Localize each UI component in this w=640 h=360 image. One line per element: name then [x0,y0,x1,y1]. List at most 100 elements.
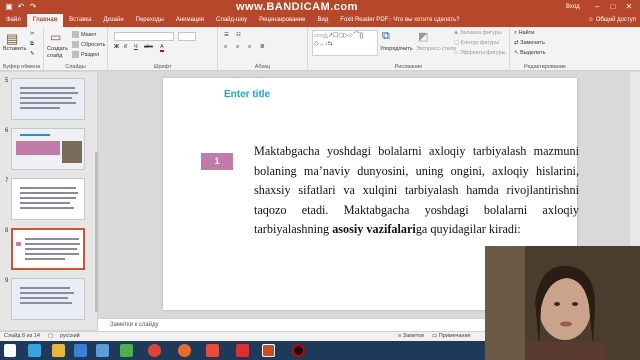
format-painter-icon[interactable]: ✎ [30,51,35,57]
undo-icon[interactable]: ↶ [16,2,26,12]
slide-body-text[interactable]: Maktabgacha yoshdagi bolalarni axloqiy t… [254,142,579,240]
paragraph-group: ☰ ☷ ≡ ≡ ≡ ≣ Абзац [218,27,308,71]
yandex-icon[interactable] [206,344,219,357]
clipboard-group-label: Буфер обмена [2,64,41,70]
drawing-group-label: Рисование [394,64,423,70]
arrange-icon[interactable]: ⧉ [382,30,390,43]
redo-icon[interactable]: ↷ [28,2,38,12]
number-box[interactable]: 1 [201,153,233,170]
spellcheck-icon[interactable]: ▢ [48,332,53,341]
thumb-number: 6 [5,128,9,134]
thumb-number: 8 [5,228,9,234]
font-color-button[interactable]: A [160,44,164,52]
slide-thumbnail-7[interactable] [11,178,85,220]
notes-toggle[interactable]: ≡ Заметки [398,332,424,341]
bandicam-icon[interactable] [292,344,305,357]
comments-toggle[interactable]: ▭ Примечания [432,332,471,341]
webcam-person-image [485,246,640,360]
slides-group: ▭ Создать слайд Макет Сбросить Раздел Сл… [44,27,108,71]
word-icon[interactable] [96,344,109,357]
layout-button[interactable]: Макет [72,31,97,38]
media-icon[interactable] [74,344,87,357]
font-group: Ж К Ч abc A Шрифт [108,27,218,71]
shapes-gallery[interactable]: ▭○△↗☐⬡▷☆⌒{}◇→↓⇆ [312,30,378,56]
copy-icon[interactable]: ⧉ [30,41,34,48]
slide-thumbnail-8[interactable] [11,228,85,270]
tab-transitions[interactable]: Переходы [130,14,170,27]
quick-styles-icon[interactable]: ◩ [418,30,428,43]
shape-fill-button[interactable]: ◈ Заливка фигуры [454,30,502,36]
tab-home[interactable]: Главная [26,14,64,27]
tab-design[interactable]: Дизайн [97,14,129,27]
align-right-icon[interactable]: ≡ [248,44,251,50]
quick-styles-button[interactable]: Экспресс-стили [416,46,456,52]
tab-insert[interactable]: Вставка [63,14,97,27]
replace-button[interactable]: ⇄ Заменить [514,40,545,46]
align-left-icon[interactable]: ≡ [224,44,227,50]
slide-thumbnails-pane: 5 6 7 8 9 [0,72,98,330]
paragraph-group-label: Абзац [254,64,271,70]
cut-icon[interactable]: ✂ [30,31,35,37]
italic-button[interactable]: К [124,44,127,50]
tab-slideshow[interactable]: Слайд-шоу [210,14,253,27]
underline-button[interactable]: Ч [134,44,138,50]
editing-group: ⌕ Найти ⇄ Заменить ↖ Выделить Редактиров… [510,27,580,71]
paste-icon[interactable]: ▤ [6,31,18,47]
ie-icon[interactable] [28,344,41,357]
drawing-group: ▭○△↗☐⬡▷☆⌒{}◇→↓⇆ ⧉ Упорядочить ◩ Экспресс… [308,27,510,71]
tab-foxit[interactable]: Foxit Reader PDF [334,14,394,27]
tab-file[interactable]: Файл [0,14,27,27]
thumb-number: 9 [5,278,9,284]
bullets-icon[interactable]: ☰ [224,32,229,38]
numbering-icon[interactable]: ☷ [236,32,241,38]
chrome-icon[interactable] [148,344,161,357]
save-icon[interactable]: ▣ [4,2,14,12]
bold-button[interactable]: Ж [114,44,119,50]
slide-thumbnail-5[interactable] [11,78,85,120]
person-icon: ☺ [587,17,596,23]
font-group-label: Шрифт [153,64,172,70]
clipboard-group: ▤ Вставить ✂ ⧉ ✎ Буфер обмена [0,27,44,71]
tell-me-search[interactable]: ◌ Что вы хотите сделать? [388,14,460,27]
pdf-icon[interactable] [236,344,249,357]
explorer-icon[interactable] [52,344,65,357]
justify-icon[interactable]: ≣ [260,44,265,50]
webcam-overlay [485,246,640,360]
signin-link[interactable]: Вход [566,0,580,14]
slide-counter: Слайд 8 из 14 [4,333,40,339]
maximize-icon[interactable]: □ [606,1,620,13]
slide-thumbnail-6[interactable] [11,128,85,170]
torrent-icon[interactable] [120,344,133,357]
firefox-icon[interactable] [178,344,191,357]
reset-button[interactable]: Сбросить [72,41,105,48]
slides-group-label: Слайды [65,64,86,70]
paste-button[interactable]: Вставить [3,46,26,52]
slide-title-placeholder[interactable]: Enter title [224,89,270,100]
reset-icon [72,41,79,48]
find-button[interactable]: ⌕ Найти [514,30,534,37]
new-slide-icon[interactable]: ▭ [50,30,61,44]
align-center-icon[interactable]: ≡ [236,44,239,50]
new-slide-button[interactable]: Создать слайд [47,46,69,60]
font-size-select[interactable] [178,32,196,41]
tab-review[interactable]: Рецензирование [253,14,311,27]
arrange-button[interactable]: Упорядочить [380,46,413,52]
minimize-icon[interactable]: – [590,1,604,13]
language-indicator: русский [60,333,80,339]
close-icon[interactable]: ✕ [622,1,636,13]
section-icon [72,51,79,58]
section-button[interactable]: Раздел [72,51,99,58]
select-button[interactable]: ↖ Выделить [514,50,546,56]
shape-outline-button[interactable]: ▢ Контур фигуры [454,40,499,46]
tab-view[interactable]: Вид [311,14,334,27]
slide-thumbnail-9[interactable] [11,278,85,320]
layout-icon [72,31,79,38]
strike-button[interactable]: abc [144,44,153,50]
share-button[interactable]: ☺ Общий доступ [588,14,636,27]
start-icon[interactable] [4,344,16,357]
powerpoint-window: ▣ ↶ ↷ www.BANDICAM.com Вход – □ ✕ Файл Г… [0,0,640,360]
font-name-select[interactable] [114,32,174,41]
powerpoint-taskbar-icon[interactable] [262,344,275,357]
shape-effects-button[interactable]: ◇ Эффекты фигуры [454,50,506,56]
tab-animations[interactable]: Анимация [170,14,210,27]
